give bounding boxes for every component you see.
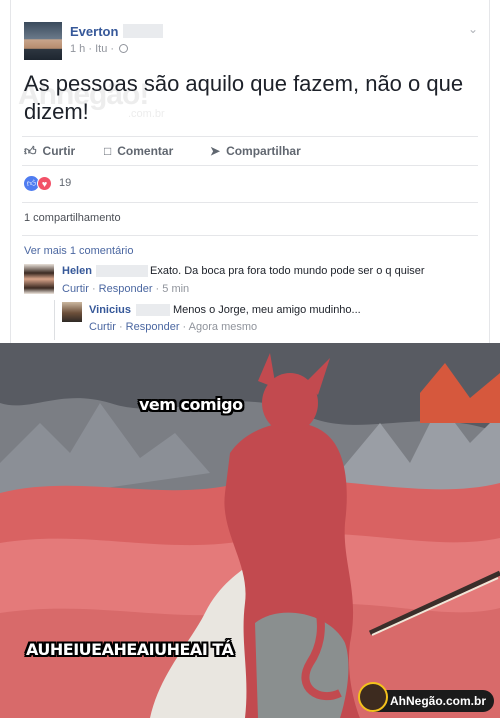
speech-bubble-icon: □ xyxy=(104,144,112,158)
post-text: As pessoas são aquilo que fazem, não o q… xyxy=(24,71,464,124)
share-arrow-icon: ➤ xyxy=(210,144,221,158)
like-button[interactable]: 👍︎ Curtir xyxy=(24,144,75,159)
reply-thread-line xyxy=(54,300,55,340)
comment-author[interactable]: Helen xyxy=(62,265,92,277)
share-button[interactable]: ➤ Compartilhar xyxy=(210,144,301,158)
comment-actions: Curtir · Responder · Agora mesmo xyxy=(89,321,258,333)
love-icon: ♥ xyxy=(37,176,52,191)
comment-actions: Curtir · Responder · 5 min xyxy=(62,283,190,295)
author-avatar[interactable] xyxy=(24,22,62,60)
post-actions: 👍︎ Curtir □ Comentar ➤ Compartilhar xyxy=(22,136,478,166)
site-badge: AhNegão.com.br xyxy=(357,682,494,712)
post-meta: 1 h · Itu · xyxy=(70,43,129,55)
meta-separator: · xyxy=(88,43,93,55)
post-location[interactable]: Itu xyxy=(95,43,107,55)
share-count-link[interactable]: 1 compartilhamento xyxy=(24,212,121,224)
share-label: Compartilhar xyxy=(226,144,301,158)
commenter-avatar[interactable] xyxy=(24,264,54,294)
comment-author-surname-blur xyxy=(96,265,148,277)
comment-author[interactable]: Vinicius xyxy=(89,304,131,316)
author-surname-blur xyxy=(123,24,163,38)
view-more-comments-link[interactable]: Ver mais 1 comentário xyxy=(24,245,133,257)
commenter-avatar[interactable] xyxy=(62,302,82,322)
comment-label: Comentar xyxy=(117,144,174,158)
chevron-down-icon[interactable]: ⌄ xyxy=(468,22,478,36)
meme-top-caption: vem comigo xyxy=(139,395,243,414)
thumbs-up-icon: 👍︎ xyxy=(24,144,37,158)
author-name[interactable]: Everton xyxy=(70,24,118,39)
globe-icon xyxy=(119,44,129,53)
comment-reply-link[interactable]: Responder xyxy=(99,283,153,295)
comment-like-link[interactable]: Curtir xyxy=(89,321,116,333)
hell-illustration xyxy=(0,343,500,718)
comment-time[interactable]: Agora mesmo xyxy=(189,321,257,333)
comment-time[interactable]: 5 min xyxy=(162,283,189,295)
post-time[interactable]: 1 h xyxy=(70,43,85,55)
meta-separator: · xyxy=(110,43,115,55)
reaction-count: 19 xyxy=(59,177,72,189)
facebook-post: Everton 1 h · Itu · ⌄ Ahnegão! .com.br A… xyxy=(0,0,500,343)
comment-text: Exato. Da boca pra fora todo mundo pode … xyxy=(150,265,425,277)
comment-author-surname-blur xyxy=(136,304,170,316)
divider xyxy=(22,235,478,236)
site-badge-text: AhNegão.com.br xyxy=(389,694,486,708)
comment-reply-link[interactable]: Responder xyxy=(126,321,180,333)
comment-button[interactable]: □ Comentar xyxy=(104,144,173,158)
comment-like-link[interactable]: Curtir xyxy=(62,283,89,295)
meme-bottom-caption: AUHEIUEAHEAIUHEAI TÁ xyxy=(26,640,234,659)
meme-image: vem comigo AUHEIUEAHEAIUHEAI TÁ AhNegão.… xyxy=(0,343,500,718)
comment-text: Menos o Jorge, meu amigo mudinho... xyxy=(173,304,361,316)
divider xyxy=(22,202,478,203)
like-label: Curtir xyxy=(42,144,76,158)
mascot-logo-icon xyxy=(357,682,388,712)
